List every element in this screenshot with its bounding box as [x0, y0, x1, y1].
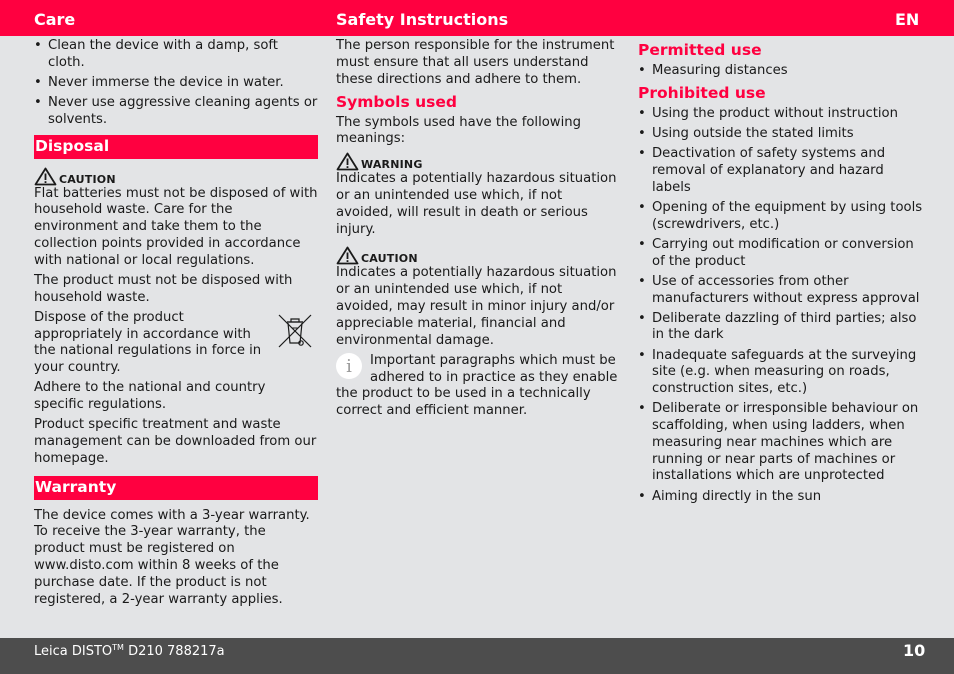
list-item: Deactivation of safety systems and remov… [638, 146, 924, 196]
page-footer: Leica DISTOTM D210 788217a 10 [0, 638, 954, 674]
warning-label: WARNING [361, 158, 423, 172]
disposal-heading: Disposal [34, 134, 318, 159]
page-header: Care Safety Instructions EN [0, 0, 954, 36]
list-item: Never immerse the device in water. [34, 75, 318, 92]
warning-triangle-icon [34, 167, 57, 185]
list-item: Carrying out modification or conversion … [638, 237, 924, 271]
product-name: Leica DISTO [34, 644, 113, 659]
warning-triangle-icon [336, 247, 359, 265]
care-list: Clean the device with a damp, soft cloth… [34, 38, 318, 129]
header-section-safety: Safety Instructions [336, 10, 509, 29]
caution-symbol-header: CAUTION [336, 246, 620, 265]
list-item: Using outside the stated limits [638, 126, 924, 143]
disposal-paragraph: The product must not be disposed with ho… [34, 272, 293, 305]
disposal-caution-header: CAUTION [34, 167, 318, 186]
list-item: Use of accessories from other manufactur… [638, 274, 924, 308]
permitted-use-heading: Permitted use [638, 41, 762, 59]
header-section-care: Care [34, 10, 76, 29]
info-note: i Important paragraphs which must be adh… [336, 352, 620, 420]
disposal-paragraph: Adhere to the national and country speci… [34, 380, 266, 413]
trademark: TM [112, 643, 124, 652]
warranty-heading: Warranty [34, 475, 318, 500]
model-number: D210 788217a [123, 644, 225, 659]
language-label: EN [895, 10, 920, 29]
safety-intro: The person responsible for the instrumen… [336, 38, 615, 87]
symbols-used-heading: Symbols used [336, 92, 457, 111]
permitted-use-list: Measuring distances [638, 63, 924, 80]
list-item: Clean the device with a damp, soft cloth… [34, 38, 318, 72]
disposal-paragraph-with-icon: Dispose of the product appropriately in … [34, 310, 318, 377]
page-number: 10 [903, 641, 926, 660]
warning-triangle-icon [336, 152, 359, 171]
caution-label: CAUTION [59, 172, 116, 186]
list-item: Deliberate or irresponsible behaviour on… [638, 401, 924, 485]
disposal-caution-text: Flat batteries must not be disposed of w… [34, 185, 318, 268]
caution-text: Indicates a potentially hazardous situat… [336, 265, 617, 348]
symbols-intro: The symbols used have the following mean… [336, 114, 581, 147]
list-item: Never use aggressive cleaning agents or … [34, 95, 318, 129]
crossed-out-wheelie-bin-icon [278, 314, 312, 348]
product-identifier: Leica DISTOTM D210 788217a [34, 643, 225, 659]
prohibited-use-heading: Prohibited use [638, 84, 766, 103]
info-icon: i [336, 352, 362, 379]
warranty-text: The device comes with a 3-year warranty.… [34, 507, 310, 607]
list-item: Aiming directly in the sun [638, 489, 924, 506]
list-item: Opening of the equipment by using tools … [638, 200, 924, 234]
list-item: Deliberate dazzling of third parties; al… [638, 311, 924, 345]
list-item: Measuring distances [638, 63, 924, 80]
list-item: Inadequate safeguards at the surveying s… [638, 348, 924, 398]
disposal-paragraph: Dispose of the product appropriately in … [34, 309, 262, 376]
info-text: Important paragraphs which must be adher… [336, 352, 618, 419]
list-item: Using the product without instruction [638, 106, 924, 123]
warning-text: Indicates a potentially hazardous situat… [336, 171, 617, 237]
column-safety-symbols: The person responsible for the instrumen… [336, 38, 620, 423]
warning-symbol-header: WARNING [336, 152, 620, 171]
disposal-paragraph: Product specific treatment and waste man… [34, 417, 317, 466]
prohibited-use-list: Using the product without instruction Us… [638, 106, 924, 505]
column-use: Permitted use Measuring distances Prohib… [638, 38, 924, 509]
caution-label: CAUTION [361, 252, 418, 266]
column-care-disposal-warranty: Clean the device with a damp, soft cloth… [34, 38, 318, 612]
